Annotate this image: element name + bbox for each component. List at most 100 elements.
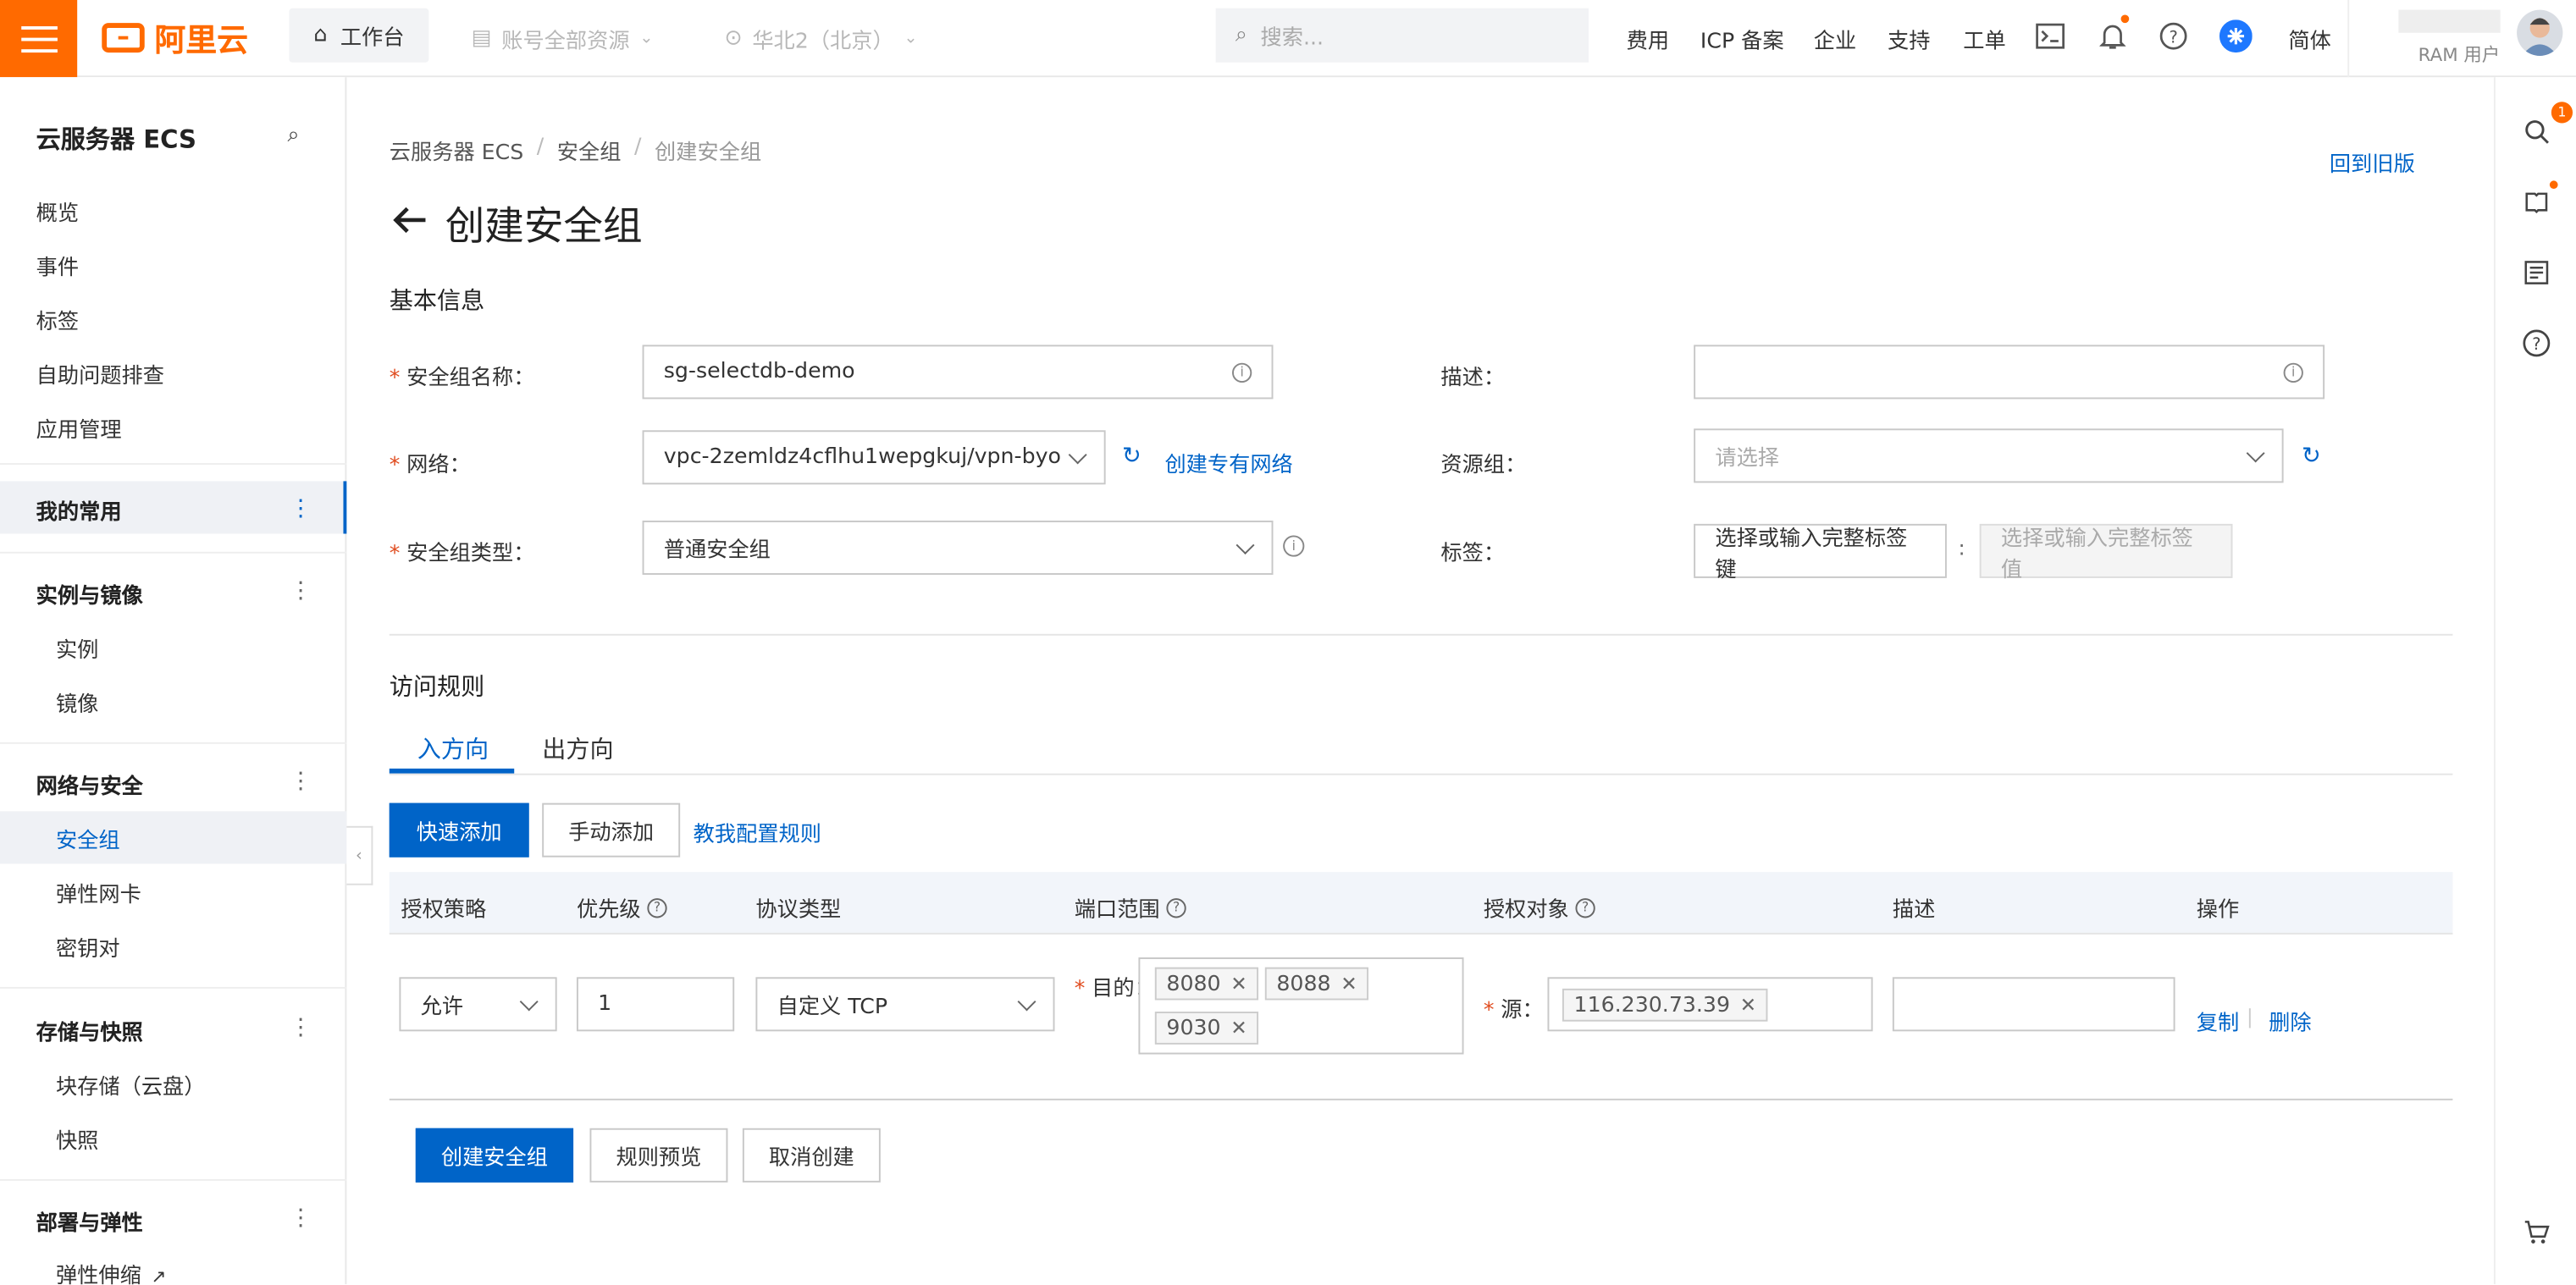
breadcrumb-current: 创建安全组	[655, 141, 762, 166]
nav-support[interactable]: 支持	[1888, 23, 1930, 54]
divider	[0, 463, 347, 466]
close-icon[interactable]: ✕	[1230, 1017, 1247, 1040]
sidebar-item-apps[interactable]: 应用管理	[36, 412, 122, 444]
nav-billing[interactable]: 费用	[1627, 23, 1669, 54]
resource-scope-select[interactable]: ▤ 账号全部资源 ⌄	[472, 23, 654, 54]
account-menu[interactable]: RAM 用户	[2347, 0, 2576, 78]
region-select[interactable]: ⊙ 华北2（北京） ⌄	[725, 23, 918, 54]
create-security-group-button[interactable]: 创建安全组	[415, 1128, 574, 1183]
more-icon[interactable]: ⋮	[289, 1207, 312, 1230]
help-icon[interactable]: ?	[1575, 897, 1595, 918]
breadcrumb: 云服务器 ECS / 安全组 / 创建安全组	[389, 135, 762, 166]
tag-value-input[interactable]: 选择或输入完整标签值	[1979, 523, 2233, 582]
sidebar-item-snapshot[interactable]: 快照	[56, 1123, 98, 1155]
more-icon[interactable]: ⋮	[289, 580, 312, 603]
back-to-old-version-link[interactable]: 回到旧版	[2330, 146, 2415, 177]
sidebar-item-keypair[interactable]: 密钥对	[56, 931, 120, 962]
quick-add-button[interactable]: 快速添加	[389, 802, 529, 858]
type-label: * 安全组类型：	[389, 542, 535, 567]
close-icon[interactable]: ✕	[1230, 972, 1247, 995]
port-tag: 9030 ✕	[1154, 1012, 1259, 1045]
notification-badge: 1	[2551, 102, 2573, 124]
th-protocol: 协议类型	[755, 898, 842, 924]
sidebar-item-eni[interactable]: 弹性网卡	[56, 877, 141, 908]
divider	[2248, 1008, 2251, 1029]
nav-ticket[interactable]: 工单	[1963, 23, 2005, 54]
tab-inbound[interactable]: 入方向	[417, 731, 489, 765]
rule-preview-button[interactable]: 规则预览	[589, 1128, 728, 1183]
sidebar-search-icon[interactable]: ⌕	[288, 124, 300, 148]
resource-group-select[interactable]: 请选择	[1694, 428, 2284, 483]
help-icon[interactable]: ?	[647, 897, 667, 918]
sidebar-item-tags[interactable]: 标签	[36, 304, 79, 335]
book-icon[interactable]	[2520, 180, 2558, 218]
security-group-type-select[interactable]: 普通安全组	[642, 520, 1274, 575]
sidebar-item-images[interactable]: 镜像	[56, 687, 98, 718]
close-icon[interactable]: ✕	[1341, 972, 1357, 995]
sidebar-item-troubleshoot[interactable]: 自助问题排查	[36, 358, 164, 389]
sidebar-group-instances[interactable]: 实例与镜像	[36, 578, 143, 609]
close-icon[interactable]: ✕	[1740, 994, 1757, 1017]
sidebar-favorites[interactable]: 我的常用	[36, 494, 122, 526]
tag-key-input[interactable]: 选择或输入完整标签键	[1694, 523, 1947, 582]
info-icon[interactable]: i	[1283, 535, 1305, 557]
nav-icp[interactable]: ICP 备案	[1700, 23, 1784, 54]
rule-description-input[interactable]	[1892, 977, 2175, 1032]
avatar	[2517, 9, 2563, 56]
assistant-icon[interactable]	[2219, 19, 2253, 53]
back-arrow-icon[interactable]	[390, 200, 429, 245]
checklist-icon[interactable]	[2520, 256, 2553, 290]
name-label: * 安全组名称：	[389, 366, 535, 391]
search-input[interactable]: ⌕ 搜索...	[1215, 8, 1589, 63]
help-icon[interactable]: ?	[1166, 897, 1186, 918]
terminal-icon[interactable]	[2034, 19, 2067, 52]
sidebar-item-security-group[interactable]: 安全组	[56, 823, 120, 854]
sidebar-item-events[interactable]: 事件	[36, 250, 79, 281]
th-priority: 优先级?	[577, 891, 667, 923]
bell-icon[interactable]	[2096, 14, 2130, 52]
create-vpc-link[interactable]: 创建专有网络	[1164, 447, 1292, 477]
nav-enterprise[interactable]: 企业	[1814, 23, 1856, 54]
copy-rule-link[interactable]: 复制	[2197, 1005, 2239, 1036]
breadcrumb-security-group[interactable]: 安全组	[557, 135, 622, 166]
search-icon[interactable]: 1	[2520, 102, 2573, 148]
resource-group-label: 资源组：	[1440, 453, 1527, 478]
language-switch[interactable]: 简体	[2288, 23, 2330, 54]
network-select[interactable]: vpc-2zemldz4cflhu1wepgkuj/vpn-byoc...	[642, 430, 1106, 485]
manual-add-button[interactable]: 手动添加	[542, 802, 681, 858]
sidebar-item-disk[interactable]: 块存储（云盘）	[56, 1069, 206, 1100]
sidebar-item-instances[interactable]: 实例	[56, 632, 98, 664]
source-input[interactable]: 116.230.73.39 ✕	[1547, 977, 1873, 1032]
protocol-select[interactable]: 自定义 TCP	[755, 977, 1055, 1032]
sidebar-group-deploy[interactable]: 部署与弹性	[36, 1205, 143, 1237]
delete-rule-link[interactable]: 删除	[2269, 1005, 2311, 1036]
policy-select[interactable]: 允许	[399, 977, 557, 1032]
refresh-icon[interactable]: ↻	[2302, 444, 2321, 470]
workbench-button[interactable]: ⌂ 工作台	[289, 8, 429, 63]
tab-outbound[interactable]: 出方向	[542, 731, 613, 765]
source-label: * 源：	[1483, 998, 1544, 1023]
sidebar-group-storage[interactable]: 存储与快照	[36, 1015, 143, 1046]
more-icon[interactable]: ⋮	[289, 498, 312, 521]
sidebar-group-network[interactable]: 网络与安全	[36, 769, 143, 800]
priority-input[interactable]: 1	[576, 977, 735, 1032]
more-icon[interactable]: ⋮	[289, 1017, 312, 1040]
description-label: 描述：	[1440, 366, 1506, 391]
cancel-create-button[interactable]: 取消创建	[742, 1128, 881, 1183]
refresh-icon[interactable]: ↻	[1122, 444, 1142, 470]
sidebar-item-overview[interactable]: 概览	[36, 196, 79, 227]
teach-rules-link[interactable]: 教我配置规则	[694, 816, 821, 847]
help-icon[interactable]: ?	[2157, 19, 2190, 52]
breadcrumb-ecs[interactable]: 云服务器 ECS	[390, 135, 523, 166]
description-input[interactable]: i	[1694, 345, 2325, 400]
more-icon[interactable]: ⋮	[289, 770, 312, 793]
help-icon[interactable]: ?	[2520, 327, 2553, 360]
collapse-sidebar-button[interactable]: ‹	[346, 825, 373, 885]
divider	[0, 986, 347, 989]
security-group-name-input[interactable]: sg-selectdb-demo i	[642, 345, 1274, 400]
port-range-input[interactable]: 8080 ✕ 8088 ✕ 9030 ✕	[1138, 957, 1464, 1055]
menu-icon[interactable]	[0, 0, 78, 78]
aliyun-logo[interactable]: 阿里云	[102, 18, 248, 58]
sidebar-item-autoscaling[interactable]: 弹性伸缩 ↗	[56, 1258, 166, 1285]
cart-icon[interactable]	[2520, 1216, 2553, 1249]
